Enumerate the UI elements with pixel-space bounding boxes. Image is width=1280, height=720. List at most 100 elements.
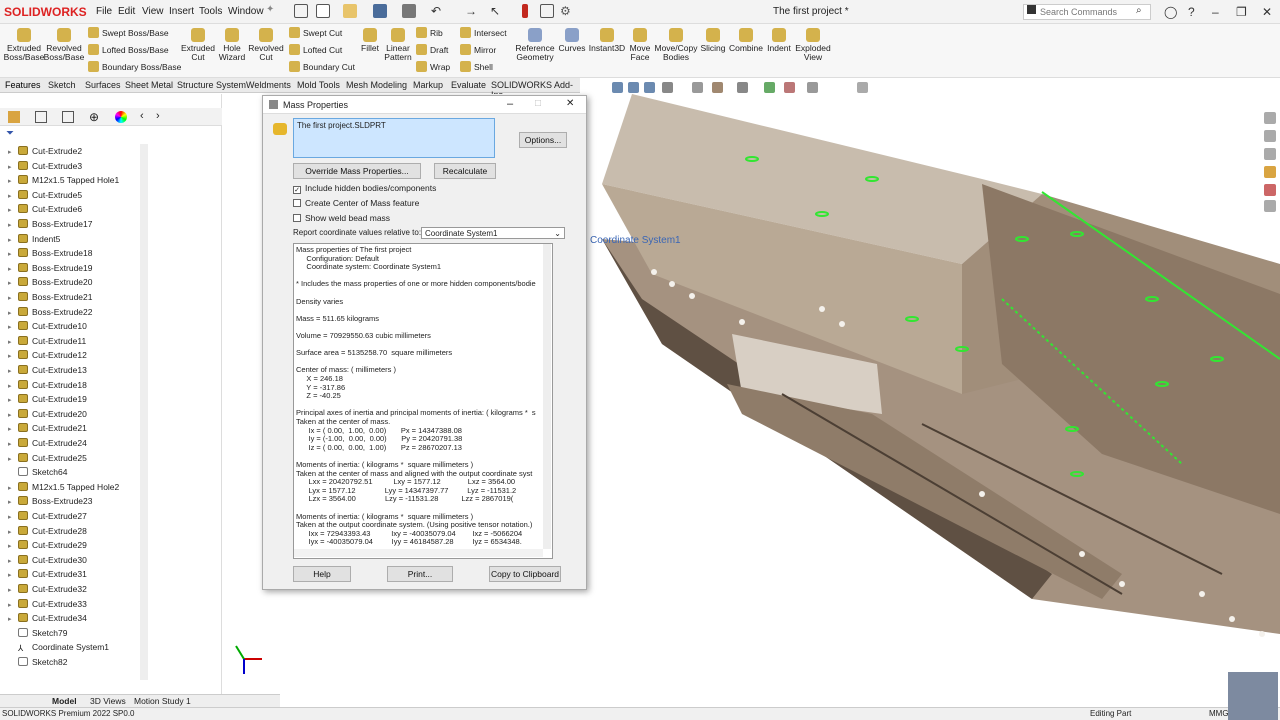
maximize-icon[interactable]: □ [535,98,541,109]
lofted-boss-button[interactable]: Lofted Boss/Base [88,42,169,58]
extruded-boss-button[interactable]: Extruded Boss/Base [2,26,46,62]
home-task-icon[interactable] [1264,112,1276,124]
tree-item[interactable]: ▸ Cut-Extrude10 [8,319,87,334]
open-folder-icon[interactable] [343,4,357,18]
file-explorer-icon[interactable] [1264,166,1276,178]
tree-item[interactable]: ▸ Cut-Extrude30 [8,553,87,568]
wrap-button[interactable]: Wrap [416,59,450,75]
tab-sketch[interactable]: Sketch [48,80,76,90]
filter-icon[interactable]: ⏷ [6,128,14,139]
menu-insert[interactable]: Insert [169,6,194,17]
tree-item[interactable]: ▸ Cut-Extrude5 [8,188,82,203]
tree-item[interactable]: ▸ Cut-Extrude6 [8,202,82,217]
zoom-area-icon[interactable] [628,82,639,93]
tree-item[interactable]: ▸ Cut-Extrude33 [8,597,87,612]
view-settings-icon[interactable] [807,82,818,93]
options-button[interactable]: Options... [519,132,567,148]
chevron-right-icon[interactable]: › [156,110,160,122]
feature-tree-icon[interactable] [8,111,20,123]
scene-icon[interactable] [784,82,795,93]
tab-model[interactable]: Model [52,696,77,706]
print-icon[interactable] [402,4,416,18]
print-button[interactable]: Print... [387,566,453,582]
tab-mesh-modeling[interactable]: Mesh Modeling [346,80,407,90]
redo-icon[interactable]: → [465,4,479,18]
results-horizontal-scrollbar[interactable] [294,549,543,557]
tree-item[interactable]: ▸ Cut-Extrude25 [8,451,87,466]
results-vertical-scrollbar[interactable] [543,244,551,549]
copy-to-clipboard-button[interactable]: Copy to Clipboard [489,566,561,582]
undo-icon[interactable]: ↶ [431,4,445,18]
traffic-light-icon[interactable] [522,4,528,18]
home-icon[interactable] [294,4,308,18]
boundary-cut-button[interactable]: Boundary Cut [289,59,355,75]
user-icon[interactable]: ◯ [1164,5,1177,19]
mirror-button[interactable]: Mirror [460,42,496,58]
tree-item[interactable]: ▸ Boss-Extrude22 [8,305,92,320]
selected-items-box[interactable]: The first project.SLDPRT [293,118,495,158]
close-icon[interactable]: ✕ [1262,5,1272,19]
minimize-icon[interactable]: – [1212,5,1219,19]
mass-properties-results[interactable]: Mass properties of The first project Con… [293,243,553,559]
search-icon[interactable]: ⌕ [1136,5,1142,16]
tab-sheet-metal[interactable]: Sheet Metal [125,80,173,90]
exploded-view-button[interactable]: Exploded View [791,26,835,62]
override-mass-properties-button[interactable]: Override Mass Properties... [293,163,421,179]
tree-item[interactable]: ⅄ Coordinate System1 [8,640,109,655]
menu-view[interactable]: View [142,6,164,17]
dimxpert-icon[interactable]: ⊕ [89,110,99,124]
close-icon[interactable]: ✕ [566,98,574,109]
tab-motion-study[interactable]: Motion Study 1 [134,696,191,706]
help-button[interactable]: Help [293,566,351,582]
view-orientation-icon[interactable] [692,82,703,93]
swept-cut-button[interactable]: Swept Cut [289,25,342,41]
tree-scrollbar[interactable] [140,144,148,680]
tree-item[interactable]: ▸ Cut-Extrude29 [8,538,87,553]
rib-button[interactable]: Rib [416,25,443,41]
lofted-cut-button[interactable]: Lofted Cut [289,42,342,58]
tree-item[interactable]: ▸ Boss-Extrude20 [8,275,92,290]
tree-item[interactable]: ▸ Cut-Extrude13 [8,363,87,378]
tab-3d-views[interactable]: 3D Views [90,696,126,706]
tree-item[interactable]: ▸ Cut-Extrude11 [8,334,86,349]
tree-item[interactable]: ▸ Boss-Extrude21 [8,290,92,305]
tree-item[interactable]: ▸ Cut-Extrude24 [8,436,87,451]
file-properties-icon[interactable] [540,4,554,18]
units-text[interactable]: MMG [1209,709,1229,718]
intersect-button[interactable]: Intersect [460,25,507,41]
tree-item[interactable]: ▸ Boss-Extrude23 [8,494,92,509]
draft-button[interactable]: Draft [416,42,448,58]
gear-icon[interactable]: ⚙ [560,4,574,18]
select-cursor-icon[interactable]: ↖ [490,4,504,18]
tree-item[interactable]: Sketch82 [8,655,67,670]
hide-show-icon[interactable] [737,82,748,93]
tab-surfaces[interactable]: Surfaces [85,80,121,90]
tree-item[interactable]: ▸ Cut-Extrude34 [8,611,87,626]
edit-appearance-icon[interactable] [764,82,775,93]
zoom-fit-icon[interactable] [612,82,623,93]
appearances-icon[interactable] [1264,184,1276,196]
revolved-cut-button[interactable]: Revolved Cut [244,26,288,62]
recalculate-button[interactable]: Recalculate [434,163,496,179]
boundary-boss-button[interactable]: Boundary Boss/Base [88,59,181,75]
weld-bead-checkbox[interactable]: Show weld bead mass [293,213,390,223]
tree-item[interactable]: ▸ Cut-Extrude32 [8,582,87,597]
tree-item[interactable]: ▸ Boss-Extrude17 [8,217,92,232]
tab-mold-tools[interactable]: Mold Tools [297,80,340,90]
menu-tools[interactable]: Tools [199,6,222,17]
configuration-manager-icon[interactable] [62,111,74,123]
tree-item[interactable]: ▸ Indent5 [8,232,60,247]
tree-item[interactable]: ▸ Cut-Extrude27 [8,509,87,524]
shell-button[interactable]: Shell [460,59,493,75]
menu-window[interactable]: Window [228,6,264,17]
include-hidden-checkbox[interactable]: ✓ Include hidden bodies/components [293,183,436,194]
swept-boss-button[interactable]: Swept Boss/Base [88,25,169,41]
tree-item[interactable]: ▸ Cut-Extrude20 [8,407,87,422]
monitor-icon[interactable] [857,82,868,93]
chevron-left-icon[interactable]: ‹ [140,110,144,122]
coordinate-system-label[interactable]: Coordinate System1 [590,235,681,246]
tab-weldments[interactable]: Weldments [246,80,291,90]
property-manager-icon[interactable] [35,111,47,123]
search-input[interactable]: Search Commands [1023,4,1151,20]
tree-item[interactable]: ▸ Cut-Extrude12 [8,348,87,363]
